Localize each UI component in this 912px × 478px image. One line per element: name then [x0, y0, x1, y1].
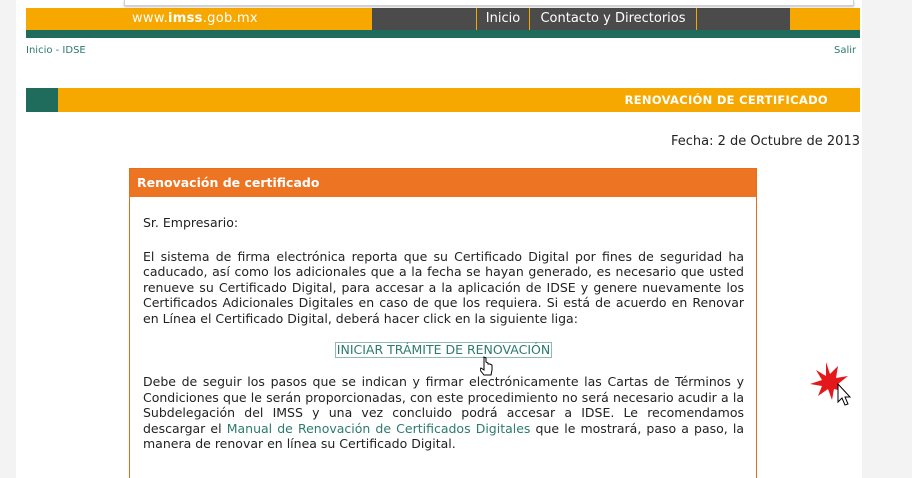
section-title: RENOVACIÓN DE CERTIFICADO [624, 93, 828, 107]
header-green-bar [26, 30, 860, 38]
date-label: Fecha: 2 de Octubre de 2013 [670, 134, 860, 149]
breadcrumb[interactable]: Inicio - IDSE [26, 45, 86, 56]
click-starburst-icon [810, 362, 852, 406]
nav-contacto-directorios[interactable]: Contacto y Directorios [529, 8, 697, 30]
nav-inicio[interactable]: Inicio [476, 8, 530, 30]
site-header: www.imss.gob.mx Inicio Contacto y Direct… [26, 8, 860, 30]
header-orange-bar: www.imss.gob.mx [26, 8, 372, 30]
paragraph-instructions: Debe de seguir los pasos que se indican … [143, 374, 744, 452]
header-nav-bar: Inicio Contacto y Directorios [372, 8, 790, 30]
site-url[interactable]: www.imss.gob.mx [132, 11, 258, 26]
renewal-panel-title: Renovación de certificado [130, 169, 756, 197]
section-band-green [26, 88, 58, 112]
greeting: Sr. Empresario: [143, 215, 239, 230]
header-orange-end [790, 8, 860, 30]
salir-link[interactable]: Salir [834, 45, 856, 56]
section-band: RENOVACIÓN DE CERTIFICADO [26, 88, 860, 112]
iniciar-tramite-link[interactable]: INICIAR TRÁMITE DE RENOVACIÓN [334, 342, 553, 358]
manual-link[interactable]: Manual de Renovación de Certificados Dig… [227, 421, 531, 436]
renewal-panel-body: Sr. Empresario: El sistema de firma elec… [130, 197, 756, 452]
renewal-panel: Renovación de certificado Sr. Empresario… [129, 168, 757, 478]
page: www.imss.gob.mx Inicio Contacto y Direct… [16, 0, 862, 478]
browser-popup-edge [124, 0, 854, 6]
mouse-cursor-icon [480, 356, 493, 376]
renewal-link-wrap: INICIAR TRÁMITE DE RENOVACIÓN [143, 342, 744, 358]
paragraph-intro: El sistema de firma electrónica reporta … [143, 248, 744, 326]
